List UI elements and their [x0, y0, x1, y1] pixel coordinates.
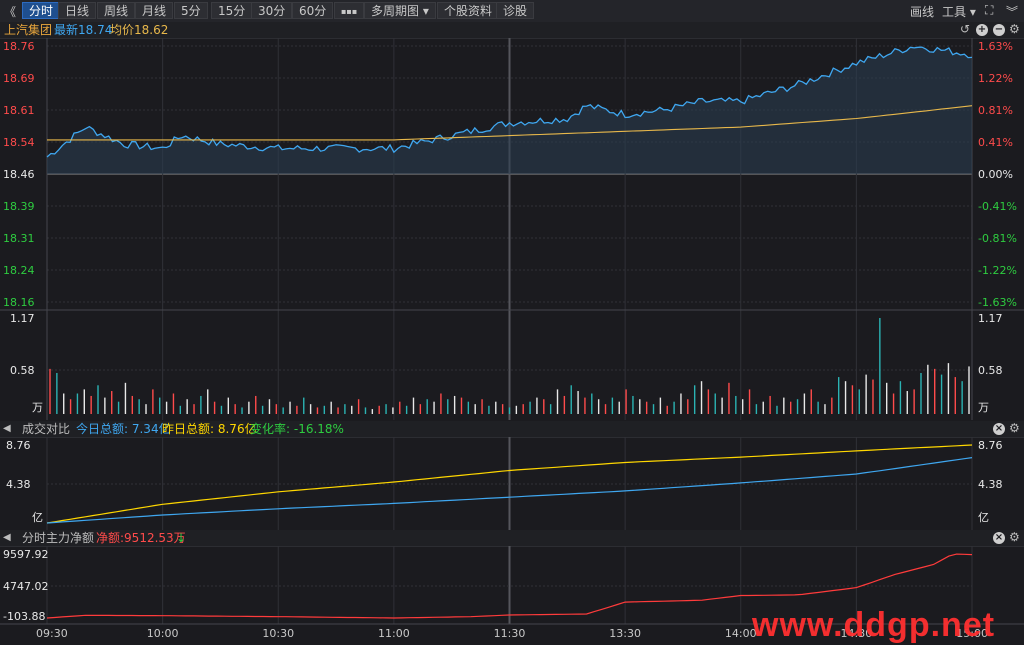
- change-rate: 变化率: -16.18%: [250, 422, 344, 436]
- toolbar: 《 分时 日线 周线 月线 5分 15分 30分 60分 ▪▪▪ 多周期图 ▾ …: [0, 0, 1024, 23]
- price-tick-left: 18.76: [3, 40, 35, 53]
- turn-tick-mid-right: 4.38: [978, 478, 1003, 491]
- stock-info-button[interactable]: 个股资料: [437, 2, 500, 19]
- tab-daily[interactable]: 日线: [58, 2, 97, 19]
- flow-settings-icon[interactable]: ⚙: [1009, 530, 1020, 544]
- multi-period-dropdown[interactable]: 多周期图 ▾: [364, 2, 436, 19]
- collapse-arrow-icon[interactable]: ◀: [3, 422, 11, 436]
- price-tick-left: 18.46: [3, 168, 35, 181]
- vol-tick-top: 1.17: [10, 312, 35, 325]
- vol-tick-top-right: 1.17: [978, 312, 1003, 325]
- price-tick-left: 18.54: [3, 136, 35, 149]
- tab-weekly[interactable]: 周线: [97, 2, 136, 19]
- collapse-icon[interactable]: ︾: [1006, 3, 1018, 20]
- time-tick-label: 09:30: [36, 627, 68, 640]
- flow-title: 分时主力净额: [22, 531, 95, 545]
- pct-tick-right: 1.22%: [978, 72, 1013, 85]
- tab-15min[interactable]: 15分: [211, 2, 253, 19]
- tab-monthly[interactable]: 月线: [135, 2, 174, 19]
- turnover-chart: 8.76 8.76 4.38 4.38 亿 亿: [6, 437, 1003, 530]
- price-tick-left: 18.16: [3, 296, 35, 309]
- tab-30min[interactable]: 30分: [251, 2, 293, 19]
- pct-tick-right: -0.81%: [978, 232, 1017, 245]
- tab-intraday[interactable]: 分时: [22, 2, 61, 19]
- zoom-in-icon[interactable]: +: [976, 24, 988, 36]
- pct-tick-right: 0.00%: [978, 168, 1013, 181]
- main-chart: 18.76 1.63% 18.69 1.22% 18.61 0.81% 18.54 0.41%…: [0, 38, 1024, 420]
- price-tick-left: 18.69: [3, 72, 35, 85]
- turnover-settings-icon[interactable]: ⚙: [1009, 421, 1020, 435]
- fullscreen-icon[interactable]: ⛶: [985, 3, 993, 18]
- price-header: 上汽集团 最新 18.74 均价 18.62 ↺ + − ⚙: [0, 22, 1024, 39]
- time-tick-label: 10:30: [262, 627, 294, 640]
- turn-unit-right: 亿: [978, 511, 989, 524]
- pct-tick-right: -0.41%: [978, 200, 1017, 213]
- vol-unit: 万: [32, 401, 43, 414]
- price-tick-left: 18.31: [3, 232, 35, 245]
- avg-price: 18.62: [134, 23, 169, 37]
- yesterday-total: 昨日总额: 8.76亿: [162, 422, 257, 436]
- pct-tick-right: 1.63%: [978, 40, 1013, 53]
- price-tick-left: 18.61: [3, 104, 35, 117]
- stock-name: 上汽集团: [4, 23, 53, 37]
- turn-unit: 亿: [32, 511, 43, 524]
- turn-tick-top-right: 8.76: [978, 439, 1003, 452]
- diagnose-button[interactable]: 诊股: [496, 2, 535, 19]
- turnover-title: 成交对比: [22, 422, 71, 436]
- avg-label: 均价: [110, 23, 135, 37]
- tab-60min[interactable]: 60分: [292, 2, 334, 19]
- pct-tick-right: 0.81%: [978, 104, 1013, 117]
- price-tick-left: 18.24: [3, 264, 35, 277]
- flow-collapse-icon[interactable]: ◀: [3, 531, 11, 545]
- pct-tick-right: -1.22%: [978, 264, 1017, 277]
- time-tick-label: 10:00: [147, 627, 179, 640]
- time-tick-label: 13:30: [609, 627, 641, 640]
- vol-tick-mid-right: 0.58: [978, 364, 1003, 377]
- flow-tick-bottom: -103.88: [3, 610, 45, 623]
- more-periods-button[interactable]: ▪▪▪: [334, 2, 365, 19]
- restore-icon[interactable]: ↺: [960, 22, 970, 36]
- time-tick-label: 11:30: [494, 627, 526, 640]
- today-total: 今日总额: 7.34亿: [76, 422, 171, 436]
- zoom-out-icon[interactable]: −: [993, 24, 1005, 36]
- price-tick-left: 18.39: [3, 200, 35, 213]
- close-turnover-icon[interactable]: ×: [993, 423, 1005, 435]
- vol-unit-right: 万: [978, 401, 989, 414]
- flow-tick-mid: 4747.02: [3, 580, 49, 593]
- tab-5min[interactable]: 5分: [174, 2, 208, 19]
- latest-label: 最新: [54, 23, 79, 37]
- pct-tick-right: 0.41%: [978, 136, 1013, 149]
- back-icon[interactable]: 《: [4, 3, 16, 20]
- turnover-header: ◀ 成交对比 今日总额: 7.34亿 昨日总额: 8.76亿 变化率: -16.…: [0, 421, 1024, 438]
- close-flow-icon[interactable]: ×: [993, 532, 1005, 544]
- flow-tick-top: 9597.92: [3, 548, 49, 561]
- latest-price: 18.74: [78, 23, 113, 37]
- turn-tick-top: 8.76: [6, 439, 31, 452]
- vol-tick-mid: 0.58: [10, 364, 35, 377]
- watermark: www.ddgp.net: [752, 606, 996, 644]
- pct-tick-right: -1.63%: [978, 296, 1017, 309]
- down-arrow-icon: ↓: [176, 531, 187, 545]
- turn-tick-mid: 4.38: [6, 478, 31, 491]
- draw-line-button[interactable]: 画线: [910, 3, 934, 20]
- flow-header: ◀ 分时主力净额 净额:9512.53万 ↓ × ⚙: [0, 530, 1024, 547]
- net-flow: 净额:9512.53万: [96, 531, 186, 545]
- settings-icon[interactable]: ⚙: [1009, 22, 1020, 36]
- tools-dropdown[interactable]: 工具 ▾: [942, 3, 976, 20]
- time-tick-label: 11:00: [378, 627, 410, 640]
